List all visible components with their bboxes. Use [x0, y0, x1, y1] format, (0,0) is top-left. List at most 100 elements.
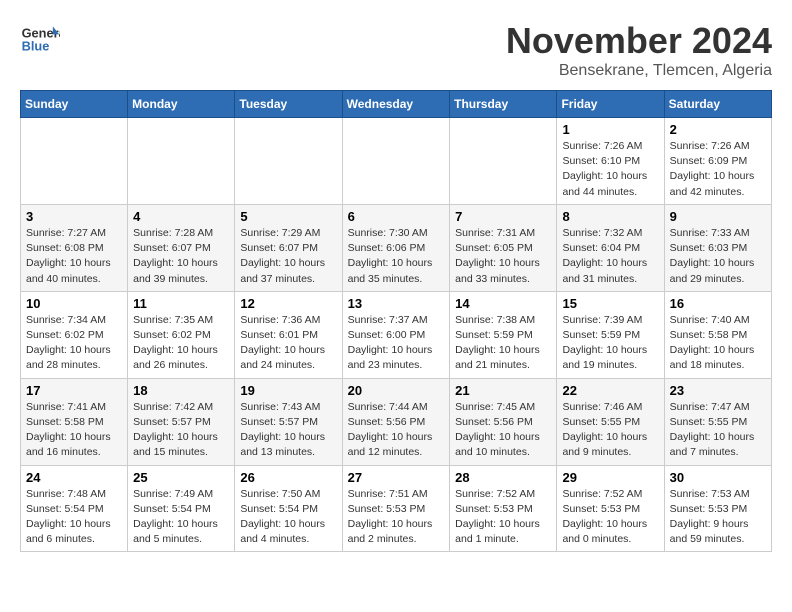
header-row: SundayMondayTuesdayWednesdayThursdayFrid…: [21, 91, 772, 118]
header-day: Wednesday: [342, 91, 450, 118]
calendar-cell: [235, 118, 342, 205]
calendar-cell: 22 Sunrise: 7:46 AMSunset: 5:55 PMDayligh…: [557, 378, 664, 465]
day-number: 24: [26, 470, 122, 485]
day-info: Sunrise: 7:26 AMSunset: 6:10 PMDaylight:…: [562, 139, 658, 200]
header-day: Monday: [128, 91, 235, 118]
calendar-cell: 4 Sunrise: 7:28 AMSunset: 6:07 PMDaylight…: [128, 204, 235, 291]
calendar-cell: 30Sunrise: 7:53 AMSunset: 5:53 PMDayligh…: [664, 465, 771, 552]
day-number: 2: [670, 122, 766, 137]
calendar-cell: 29 Sunrise: 7:52 AMSunset: 5:53 PMDayligh…: [557, 465, 664, 552]
calendar-cell: 17 Sunrise: 7:41 AMSunset: 5:58 PMDayligh…: [21, 378, 128, 465]
day-number: 19: [240, 383, 336, 398]
day-number: 20: [348, 383, 445, 398]
calendar-cell: 23Sunrise: 7:47 AMSunset: 5:55 PMDayligh…: [664, 378, 771, 465]
calendar-week-row: 10Sunrise: 7:34 AMSunset: 6:02 PMDayligh…: [21, 291, 772, 378]
calendar-cell: 21 Sunrise: 7:45 AMSunset: 5:56 PMDayligh…: [450, 378, 557, 465]
day-info: Sunrise: 7:41 AMSunset: 5:58 PMDaylight:…: [26, 400, 122, 461]
day-info: Sunrise: 7:29 AMSunset: 6:07 PMDaylight:…: [240, 226, 336, 287]
calendar-cell: [450, 118, 557, 205]
day-number: 27: [348, 470, 445, 485]
day-info: Sunrise: 7:50 AMSunset: 5:54 PMDaylight:…: [240, 487, 336, 548]
calendar-cell: 2 Sunrise: 7:26 AMSunset: 6:09 PMDaylight…: [664, 118, 771, 205]
calendar-header: SundayMondayTuesdayWednesdayThursdayFrid…: [21, 91, 772, 118]
day-info: Sunrise: 7:27 AMSunset: 6:08 PMDaylight:…: [26, 226, 122, 287]
day-info: Sunrise: 7:42 AMSunset: 5:57 PMDaylight:…: [133, 400, 229, 461]
day-info: Sunrise: 7:28 AMSunset: 6:07 PMDaylight:…: [133, 226, 229, 287]
day-number: 7: [455, 209, 551, 224]
calendar-cell: 3 Sunrise: 7:27 AMSunset: 6:08 PMDaylight…: [21, 204, 128, 291]
header-day: Sunday: [21, 91, 128, 118]
day-number: 22: [562, 383, 658, 398]
day-info: Sunrise: 7:26 AMSunset: 6:09 PMDaylight:…: [670, 139, 766, 200]
calendar-cell: 13Sunrise: 7:37 AMSunset: 6:00 PMDayligh…: [342, 291, 450, 378]
day-info: Sunrise: 7:39 AMSunset: 5:59 PMDaylight:…: [562, 313, 658, 374]
day-number: 13: [348, 296, 445, 311]
day-number: 1: [562, 122, 658, 137]
header-day: Friday: [557, 91, 664, 118]
month-title: November 2024: [506, 20, 772, 62]
title-block: November 2024 Bensekrane, Tlemcen, Alger…: [506, 20, 772, 80]
day-number: 21: [455, 383, 551, 398]
day-number: 18: [133, 383, 229, 398]
day-number: 3: [26, 209, 122, 224]
day-info: Sunrise: 7:35 AMSunset: 6:02 PMDaylight:…: [133, 313, 229, 374]
day-number: 15: [562, 296, 658, 311]
calendar-cell: 26Sunrise: 7:50 AMSunset: 5:54 PMDayligh…: [235, 465, 342, 552]
calendar-body: 1 Sunrise: 7:26 AMSunset: 6:10 PMDaylight…: [21, 118, 772, 552]
calendar-cell: 12 Sunrise: 7:36 AMSunset: 6:01 PMDayligh…: [235, 291, 342, 378]
day-info: Sunrise: 7:43 AMSunset: 5:57 PMDaylight:…: [240, 400, 336, 461]
calendar-cell: [128, 118, 235, 205]
day-info: Sunrise: 7:52 AMSunset: 5:53 PMDaylight:…: [562, 487, 658, 548]
day-number: 6: [348, 209, 445, 224]
day-info: Sunrise: 7:33 AMSunset: 6:03 PMDaylight:…: [670, 226, 766, 287]
calendar-cell: 16Sunrise: 7:40 AMSunset: 5:58 PMDayligh…: [664, 291, 771, 378]
calendar-cell: 1 Sunrise: 7:26 AMSunset: 6:10 PMDaylight…: [557, 118, 664, 205]
calendar-table: SundayMondayTuesdayWednesdayThursdayFrid…: [20, 90, 772, 552]
day-number: 5: [240, 209, 336, 224]
calendar-cell: 15 Sunrise: 7:39 AMSunset: 5:59 PMDayligh…: [557, 291, 664, 378]
day-number: 12: [240, 296, 336, 311]
day-info: Sunrise: 7:30 AMSunset: 6:06 PMDaylight:…: [348, 226, 445, 287]
day-info: Sunrise: 7:48 AMSunset: 5:54 PMDaylight:…: [26, 487, 122, 548]
day-number: 4: [133, 209, 229, 224]
day-info: Sunrise: 7:49 AMSunset: 5:54 PMDaylight:…: [133, 487, 229, 548]
day-info: Sunrise: 7:46 AMSunset: 5:55 PMDaylight:…: [562, 400, 658, 461]
calendar-cell: 20Sunrise: 7:44 AMSunset: 5:56 PMDayligh…: [342, 378, 450, 465]
calendar-week-row: 3 Sunrise: 7:27 AMSunset: 6:08 PMDaylight…: [21, 204, 772, 291]
calendar-cell: 6 Sunrise: 7:30 AMSunset: 6:06 PMDaylight…: [342, 204, 450, 291]
day-number: 17: [26, 383, 122, 398]
calendar-cell: 28Sunrise: 7:52 AMSunset: 5:53 PMDayligh…: [450, 465, 557, 552]
day-number: 23: [670, 383, 766, 398]
location-title: Bensekrane, Tlemcen, Algeria: [506, 62, 772, 80]
calendar-cell: [342, 118, 450, 205]
calendar-cell: 14Sunrise: 7:38 AMSunset: 5:59 PMDayligh…: [450, 291, 557, 378]
day-number: 28: [455, 470, 551, 485]
day-info: Sunrise: 7:31 AMSunset: 6:05 PMDaylight:…: [455, 226, 551, 287]
header-day: Saturday: [664, 91, 771, 118]
day-number: 10: [26, 296, 122, 311]
calendar-cell: 10Sunrise: 7:34 AMSunset: 6:02 PMDayligh…: [21, 291, 128, 378]
calendar-cell: [21, 118, 128, 205]
calendar-cell: 11 Sunrise: 7:35 AMSunset: 6:02 PMDayligh…: [128, 291, 235, 378]
day-number: 11: [133, 296, 229, 311]
calendar-week-row: 1 Sunrise: 7:26 AMSunset: 6:10 PMDaylight…: [21, 118, 772, 205]
day-info: Sunrise: 7:32 AMSunset: 6:04 PMDaylight:…: [562, 226, 658, 287]
calendar-cell: 7 Sunrise: 7:31 AMSunset: 6:05 PMDaylight…: [450, 204, 557, 291]
svg-text:Blue: Blue: [22, 38, 50, 53]
page-header: General Blue November 2024 Bensekrane, T…: [20, 20, 772, 80]
header-day: Tuesday: [235, 91, 342, 118]
day-info: Sunrise: 7:53 AMSunset: 5:53 PMDaylight:…: [670, 487, 766, 548]
calendar-week-row: 24 Sunrise: 7:48 AMSunset: 5:54 PMDayligh…: [21, 465, 772, 552]
logo-icon: General Blue: [20, 20, 60, 60]
calendar-cell: 19 Sunrise: 7:43 AMSunset: 5:57 PMDayligh…: [235, 378, 342, 465]
day-number: 29: [562, 470, 658, 485]
day-info: Sunrise: 7:38 AMSunset: 5:59 PMDaylight:…: [455, 313, 551, 374]
calendar-cell: 27Sunrise: 7:51 AMSunset: 5:53 PMDayligh…: [342, 465, 450, 552]
calendar-cell: 5 Sunrise: 7:29 AMSunset: 6:07 PMDaylight…: [235, 204, 342, 291]
day-info: Sunrise: 7:36 AMSunset: 6:01 PMDaylight:…: [240, 313, 336, 374]
calendar-cell: 8 Sunrise: 7:32 AMSunset: 6:04 PMDaylight…: [557, 204, 664, 291]
day-number: 8: [562, 209, 658, 224]
day-info: Sunrise: 7:45 AMSunset: 5:56 PMDaylight:…: [455, 400, 551, 461]
day-number: 25: [133, 470, 229, 485]
header-day: Thursday: [450, 91, 557, 118]
